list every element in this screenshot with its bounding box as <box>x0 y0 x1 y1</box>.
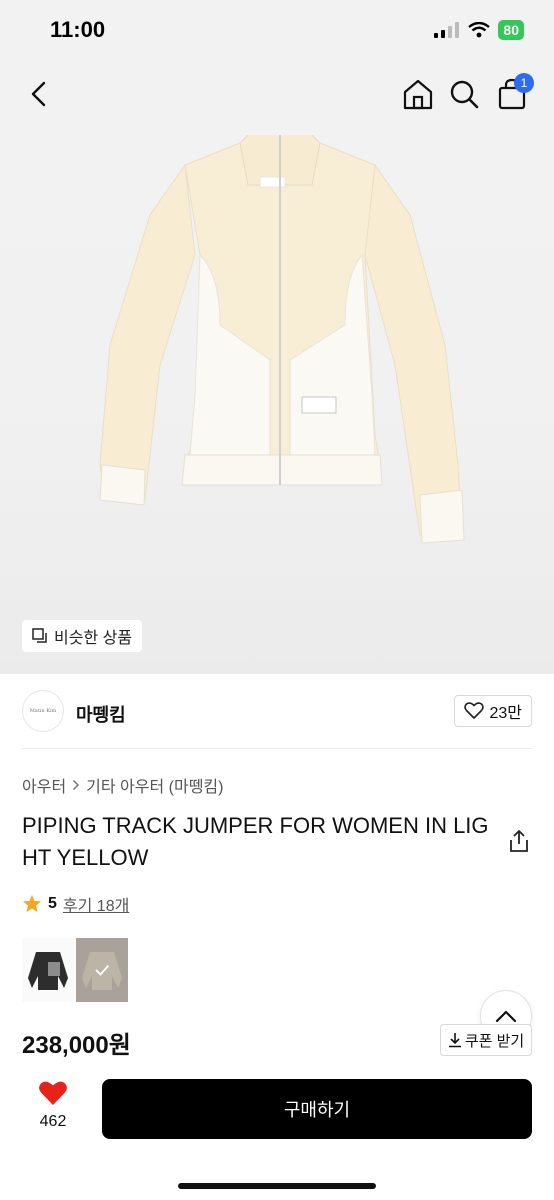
breadcrumb-item-other-outer[interactable]: 기타 아우터 (마뗑킴) <box>86 773 223 797</box>
download-icon <box>448 1033 461 1048</box>
color-option-selected[interactable] <box>76 938 128 1002</box>
copy-icon <box>32 628 47 643</box>
thumbnail-black-jacket <box>28 952 68 990</box>
chevron-right-icon <box>73 779 80 791</box>
product-title: PIPING TRACK JUMPER FOR WOMEN IN LIGHT Y… <box>22 813 489 870</box>
buy-button[interactable]: 구매하기 <box>102 1079 532 1139</box>
wish-button[interactable]: 462 <box>22 1080 84 1131</box>
rating-score: 5 <box>48 895 57 912</box>
color-options <box>22 938 128 1002</box>
reviews-link[interactable]: 후기 18개 <box>63 892 129 916</box>
home-indicator <box>178 1183 376 1189</box>
similar-products-button[interactable]: 비슷한 상품 <box>22 620 143 652</box>
status-time: 11:00 <box>50 17 106 42</box>
brand-logo[interactable]: Matin Kim <box>22 690 64 732</box>
status-bar: 11:00 80 <box>0 0 554 60</box>
heart-filled-icon <box>39 1081 67 1105</box>
breadcrumb-item-outer[interactable]: 아우터 <box>22 773 66 797</box>
chevron-up-icon <box>495 1010 517 1023</box>
bottom-action-bar: 462 구매하기 <box>0 1064 554 1200</box>
breadcrumb: 아우터 기타 아우터 (마뗑킴) <box>22 773 223 797</box>
heart-outline-icon <box>464 702 485 719</box>
search-icon[interactable] <box>446 76 482 112</box>
check-icon <box>95 964 110 976</box>
cart-count-badge: 1 <box>514 73 534 93</box>
rating-row: 5 후기 18개 <box>22 892 129 916</box>
coupon-button[interactable]: 쿠폰 받기 <box>440 1024 532 1056</box>
product-price: 238,000원 <box>22 1032 131 1059</box>
cart-button[interactable]: 1 <box>494 73 534 112</box>
product-image-jacket <box>99 135 465 544</box>
brand-name[interactable]: 마뗑킴 <box>76 701 126 727</box>
battery-indicator: 80 <box>498 20 524 40</box>
similar-products-label: 비슷한 상품 <box>54 630 133 647</box>
top-navigation: 1 <box>0 64 554 124</box>
brand-row: Matin Kim 마뗑킴 23만 <box>22 690 532 734</box>
coupon-label: 쿠폰 받기 <box>464 1032 525 1050</box>
color-option-black[interactable] <box>22 938 74 1002</box>
brand-like-count: 23만 <box>489 705 522 722</box>
divider <box>22 748 532 749</box>
share-icon[interactable] <box>506 828 532 854</box>
back-chevron-icon[interactable] <box>22 76 58 112</box>
wish-count: 462 <box>39 1113 67 1130</box>
wifi-icon <box>468 22 491 38</box>
home-icon[interactable] <box>400 76 436 112</box>
status-icons: 80 <box>434 20 524 40</box>
star-icon <box>23 895 41 912</box>
cellular-signal-icon <box>434 22 460 38</box>
brand-like-button[interactable]: 23만 <box>454 695 532 727</box>
